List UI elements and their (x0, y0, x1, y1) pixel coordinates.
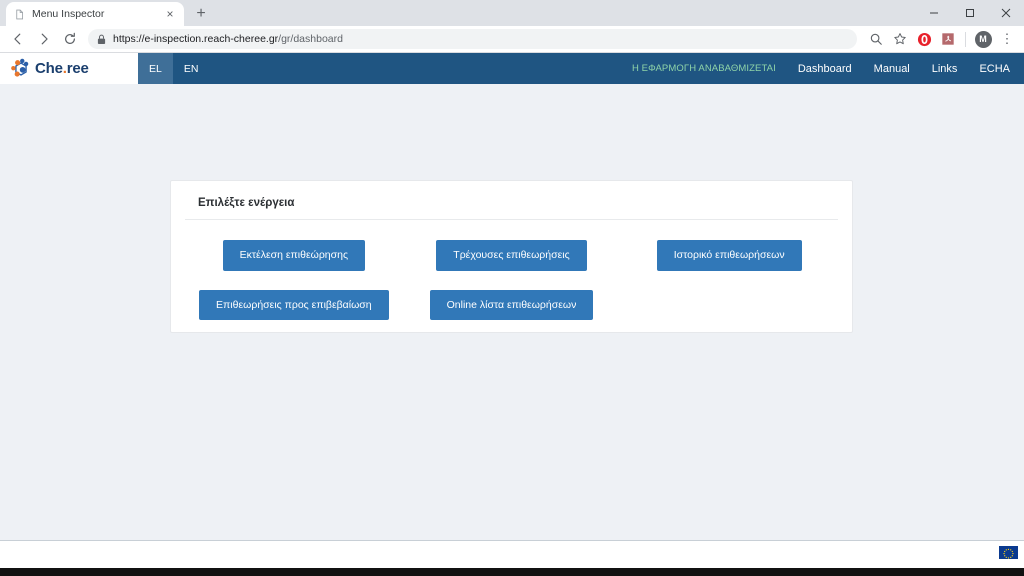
brand-name: Che.ree (35, 60, 89, 77)
action-card: Επιλέξτε ενέργεια Εκτέλεση επιθεώρησης Τ… (170, 180, 853, 333)
grid-cell: Εκτέλεση επιθεώρησης (185, 240, 403, 271)
window-controls (916, 0, 1024, 26)
grid-cell: Ιστορικό επιθεωρήσεων (620, 240, 838, 271)
url-text: https://e-inspection.reach-cheree.gr/gr/… (113, 33, 343, 45)
new-tab-button[interactable]: + (188, 2, 214, 26)
minimize-icon[interactable] (916, 0, 952, 26)
action-button-grid: Εκτέλεση επιθεώρησης Τρέχουσες επιθεωρήσ… (185, 240, 838, 320)
grid-cell: Επιθεωρήσεις προς επιβεβαίωση (185, 289, 403, 320)
online-inspection-list-button[interactable]: Online λίστα επιθεωρήσεων (429, 289, 594, 320)
inspections-to-confirm-button[interactable]: Επιθεωρήσεις προς επιβεβαίωση (199, 289, 389, 320)
upgrade-notice: Η ΕΦΑΡΜΟΓΗ ΑΝΑΒΑΘΜΙΖΕΤΑΙ (631, 63, 776, 74)
language-tabs: EL EN (138, 53, 209, 84)
navbar-spacer (209, 53, 632, 84)
divider (185, 219, 838, 220)
toolbar-divider (965, 31, 966, 47)
page-viewport: Che.ree EL EN Η ΕΦΑΡΜΟΓΗ ΑΝΑΒΑΘΜΙΖΕΤΑΙ D… (0, 53, 1024, 576)
avatar[interactable]: M (972, 28, 994, 50)
site-navbar: Che.ree EL EN Η ΕΦΑΡΜΟΓΗ ΑΝΑΒΑΘΜΙΖΕΤΑΙ D… (0, 53, 1024, 84)
back-icon[interactable] (6, 27, 30, 51)
grid-cell: Τρέχουσες επιθεωρήσεις (403, 240, 621, 271)
forward-icon[interactable] (32, 27, 56, 51)
nav-link-manual[interactable]: Manual (874, 63, 910, 75)
browser-menu-icon[interactable]: ⋮ (996, 28, 1018, 50)
search-icon[interactable] (865, 28, 887, 50)
page-icon (13, 8, 25, 20)
molecule-logo-icon (9, 58, 33, 80)
grid-cell: Online λίστα επιθεωρήσεων (403, 289, 621, 320)
system-taskbar (0, 568, 1024, 576)
tab-strip: Menu Inspector × + (0, 0, 1024, 26)
avatar-initial: M (974, 30, 992, 48)
nav-link-links[interactable]: Links (932, 63, 958, 75)
brand-logo[interactable]: Che.ree (0, 53, 138, 84)
page-title: Επιλέξτε ενέργεια (198, 197, 295, 209)
grid-cell-empty (620, 290, 838, 321)
address-bar[interactable]: https://e-inspection.reach-cheree.gr/gr/… (88, 29, 857, 49)
current-inspections-button[interactable]: Τρέχουσες επιθεωρήσεις (436, 240, 587, 271)
eu-flag-icon (999, 546, 1018, 559)
browser-tab[interactable]: Menu Inspector × (6, 2, 184, 26)
reload-icon[interactable] (58, 27, 82, 51)
tab-title: Menu Inspector (32, 8, 105, 20)
browser-toolbar: https://e-inspection.reach-cheree.gr/gr/… (0, 26, 1024, 53)
url-path: /gr/dashboard (278, 33, 343, 45)
brand-part-1: Che (35, 60, 63, 77)
maximize-icon[interactable] (952, 0, 988, 26)
nav-link-dashboard[interactable]: Dashboard (798, 63, 852, 75)
close-icon[interactable]: × (163, 7, 177, 21)
bookmark-star-icon[interactable] (889, 28, 911, 50)
lang-tab-en[interactable]: EN (173, 53, 210, 84)
lang-tab-el[interactable]: EL (138, 53, 173, 84)
browser-window: Menu Inspector × + https://e-inspection.… (0, 0, 1024, 576)
close-window-icon[interactable] (988, 0, 1024, 26)
page-footer (0, 540, 1024, 568)
navbar-links: Η ΕΦΑΡΜΟΓΗ ΑΝΑΒΑΘΜΙΖΕΤΑΙ Dashboard Manua… (632, 53, 1024, 84)
nav-link-echa[interactable]: ECHA (979, 63, 1010, 75)
page-content: Επιλέξτε ενέργεια Εκτέλεση επιθεώρησης Τ… (0, 84, 1024, 576)
execute-inspection-button[interactable]: Εκτέλεση επιθεώρησης (222, 240, 366, 271)
brand-part-2: ree (66, 60, 89, 77)
url-origin: https://e-inspection.reach-cheree.gr (113, 33, 279, 45)
extension-shield-icon[interactable] (913, 28, 935, 50)
pdf-extension-icon[interactable] (937, 28, 959, 50)
inspection-history-button[interactable]: Ιστορικό επιθεωρήσεων (656, 240, 802, 271)
lock-icon (97, 34, 106, 45)
